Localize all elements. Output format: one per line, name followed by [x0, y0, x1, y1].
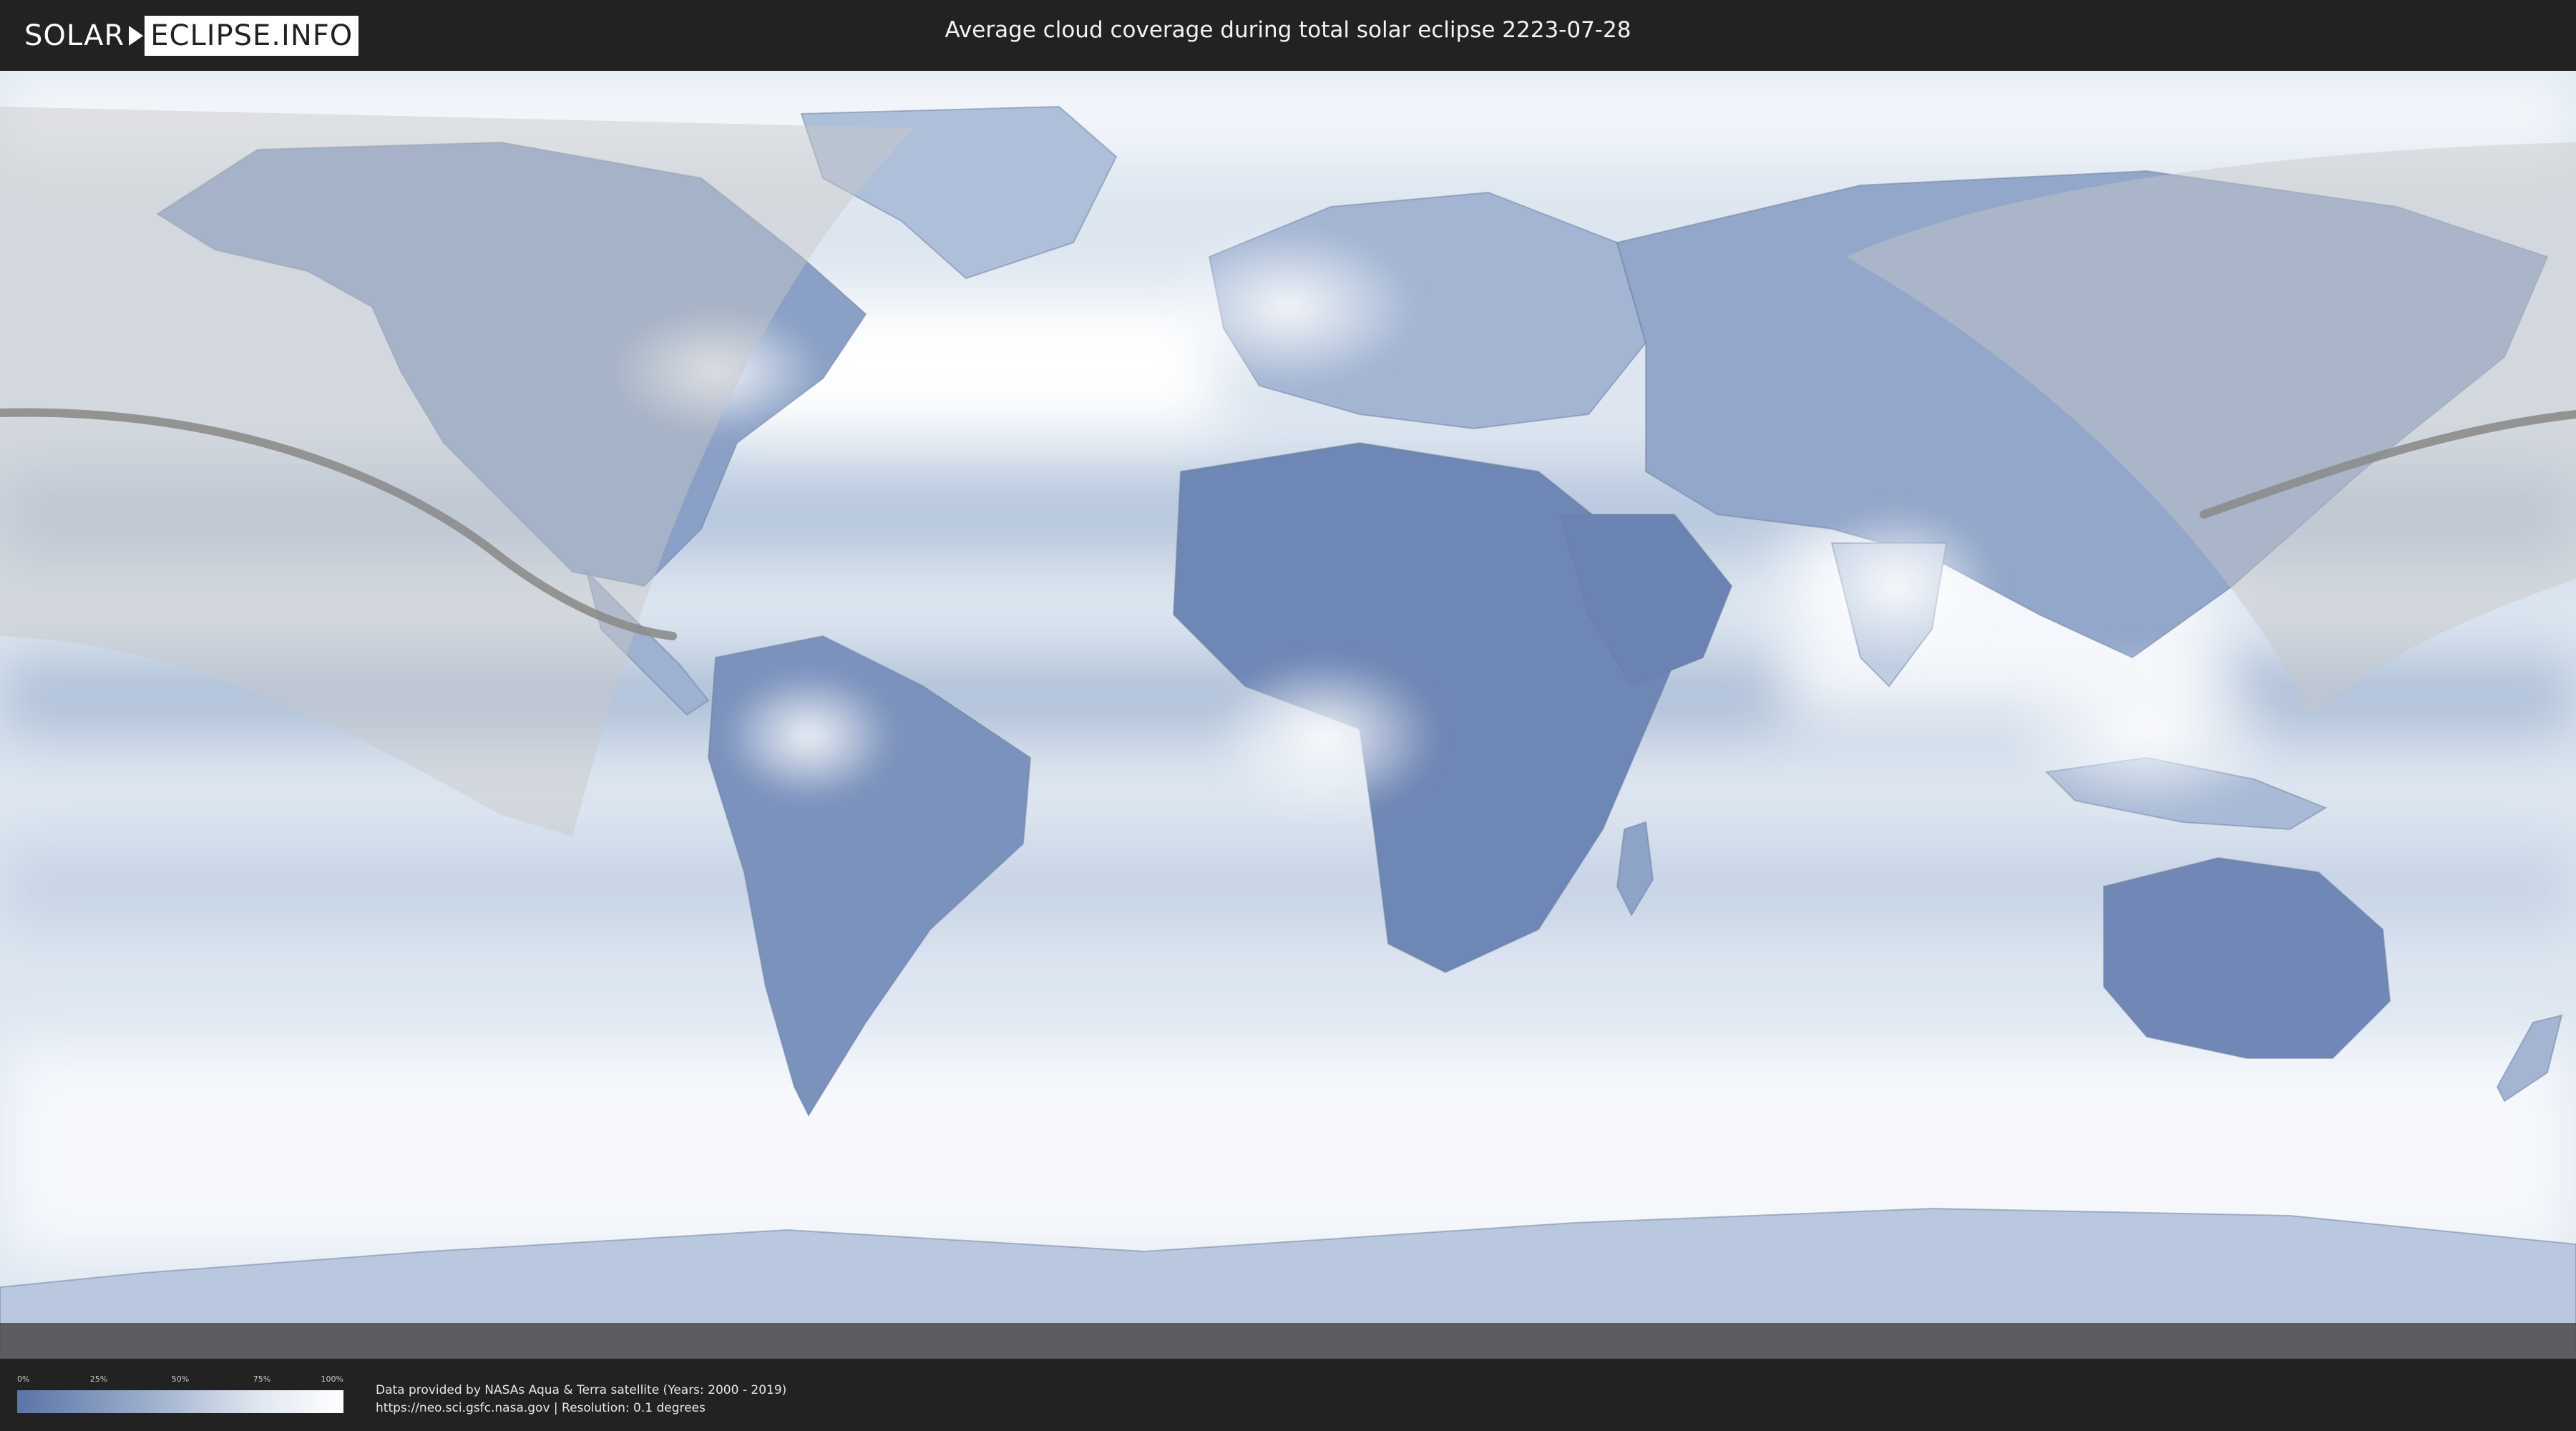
credit-line-source: Data provided by NASAs Aqua & Terra sate… — [376, 1383, 787, 1397]
footer: 0% 25% 50% 75% 100% Data provided by NAS… — [0, 1359, 2576, 1431]
legend-tick-0: 0% — [17, 1374, 30, 1384]
cloud-coverage-map[interactable] — [0, 71, 2576, 1359]
data-credit: Data provided by NASAs Aqua & Terra sate… — [376, 1382, 786, 1417]
legend-tick-50: 50% — [171, 1374, 190, 1384]
legend-tick-75: 75% — [253, 1374, 271, 1384]
south-pole-band — [0, 1323, 2576, 1359]
header: SOLAR ECLIPSE.INFO Average cloud coverag… — [0, 0, 2576, 71]
page-title: Average cloud coverage during total sola… — [945, 17, 1631, 43]
credit-line-url: https://neo.sci.gsfc.nasa.gov | Resoluti… — [376, 1401, 706, 1415]
legend-gradient-bar — [17, 1390, 343, 1413]
legend-tick-100: 100% — [321, 1374, 343, 1384]
legend-tick-25: 25% — [89, 1374, 108, 1384]
